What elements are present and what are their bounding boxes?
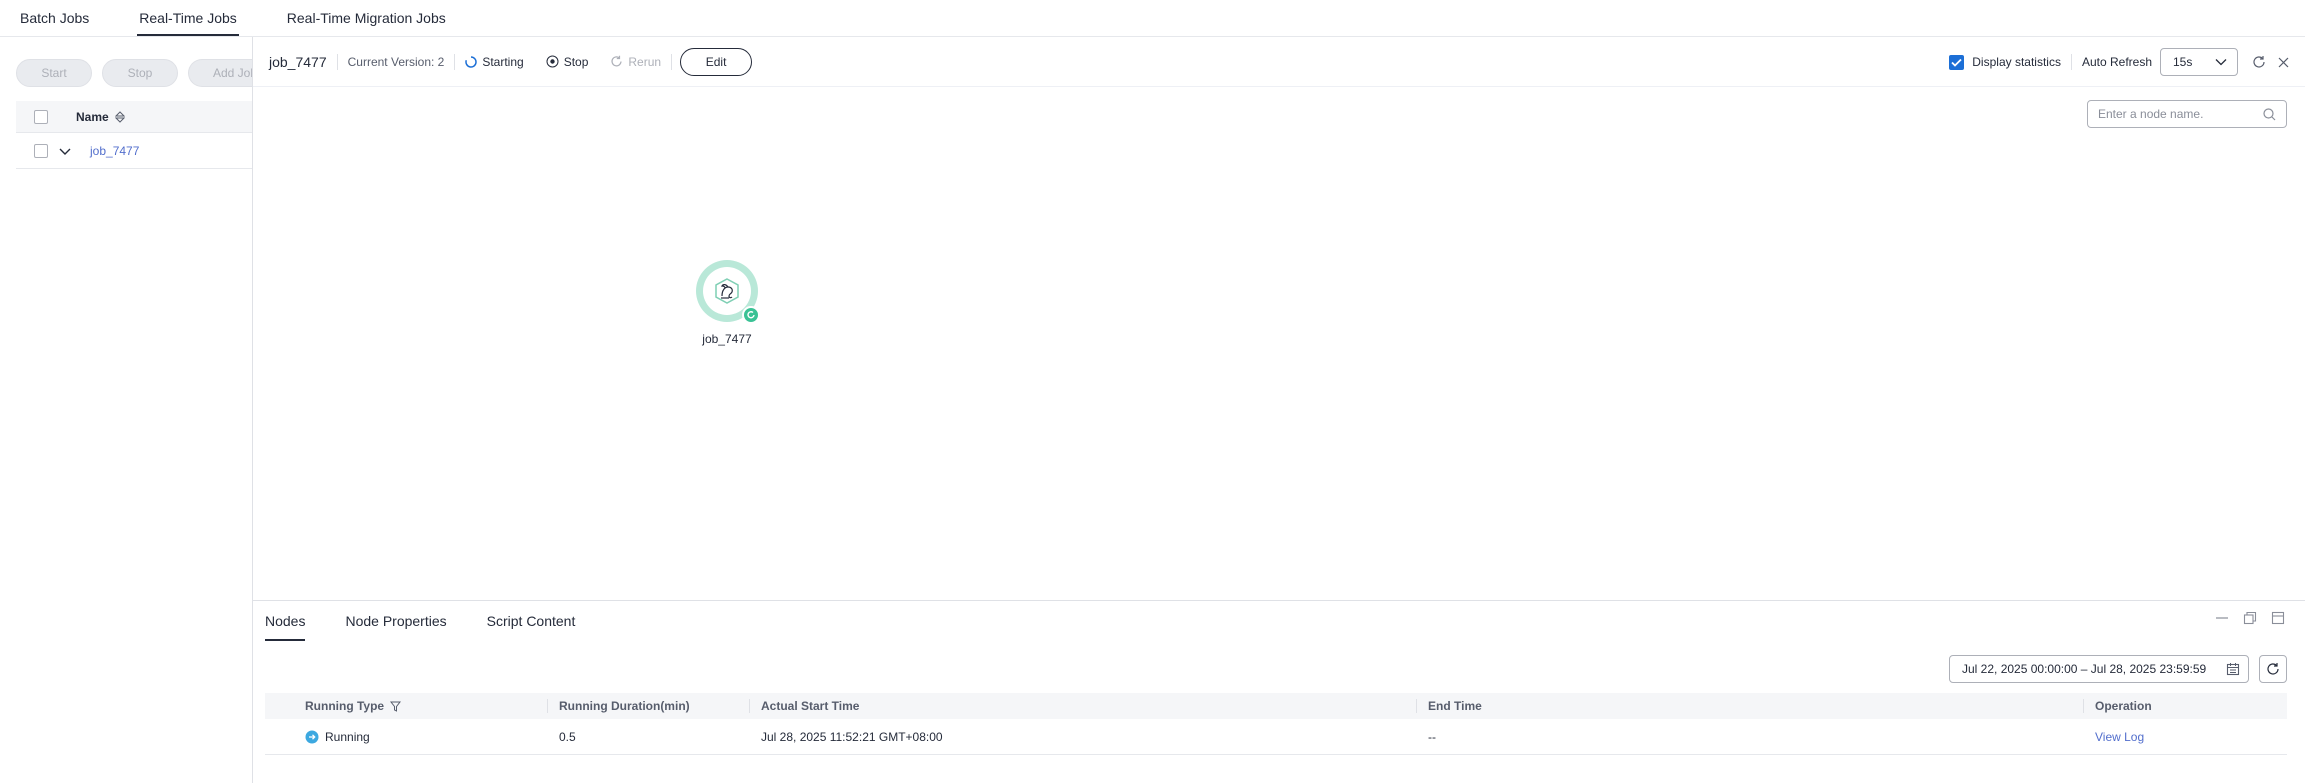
status-text: Starting	[482, 54, 524, 69]
stop-button[interactable]: Stop	[102, 59, 178, 87]
running-status-icon	[742, 306, 760, 324]
sort-icon[interactable]	[114, 110, 125, 123]
col-actual-start-time: Actual Start Time	[749, 693, 1416, 719]
auto-refresh-label: Auto Refresh	[2081, 55, 2152, 69]
col-running-type-label: Running Type	[305, 699, 385, 713]
date-range-picker[interactable]: Jul 22, 2025 00:00:00 – Jul 28, 2025 23:…	[1949, 655, 2249, 683]
date-range-value: Jul 22, 2025 00:00:00 – Jul 28, 2025 23:…	[1962, 662, 2207, 676]
cell-end-time: --	[1428, 729, 1436, 744]
auto-refresh-value: 15s	[2173, 55, 2193, 69]
panel-tools	[2215, 611, 2285, 625]
job-table-header: Name	[16, 101, 252, 133]
minimize-icon[interactable]	[2215, 611, 2229, 625]
close-icon[interactable]	[2278, 57, 2289, 68]
tab-real-time-migration-jobs[interactable]: Real-Time Migration Jobs	[287, 10, 446, 36]
job-canvas[interactable]: job_7477	[253, 88, 2305, 436]
restore-icon[interactable]	[2243, 611, 2257, 625]
running-type-value: Running	[325, 729, 370, 744]
view-log-link[interactable]: View Log	[2095, 730, 2144, 744]
refresh-icon	[2266, 662, 2280, 676]
status-indicator: Starting	[465, 54, 524, 69]
refresh-runs-button[interactable]	[2259, 655, 2287, 683]
divider	[671, 53, 673, 70]
display-statistics-label: Display statistics	[1972, 55, 2061, 69]
refresh-icon[interactable]	[2252, 55, 2266, 69]
job-type-tabs: Batch Jobs Real-Time Jobs Real-Time Migr…	[0, 0, 476, 36]
rerun-label: Rerun	[628, 54, 662, 69]
job-list-pane: Start Stop Add Job Name job_7477	[0, 37, 258, 783]
running-status-icon	[305, 730, 319, 744]
maximize-icon[interactable]	[2271, 611, 2285, 625]
stop-label: Stop	[563, 54, 589, 69]
auto-refresh-select[interactable]: 15s	[2160, 48, 2238, 76]
node-runs-panel: Nodes Node Properties Script Content Jul…	[253, 600, 2305, 783]
calendar-icon	[2226, 662, 2240, 676]
job-detail-header: job_7477 Current Version: 2 Starting Sto…	[253, 37, 2305, 87]
divider	[454, 53, 456, 70]
rerun-action[interactable]: Rerun	[610, 55, 661, 69]
col-running-duration: Running Duration(min)	[547, 693, 749, 719]
tab-nodes[interactable]: Nodes	[265, 601, 306, 641]
start-button[interactable]: Start	[16, 59, 92, 87]
cell-duration: 0.5	[559, 729, 576, 744]
chevron-down-icon[interactable]	[58, 144, 72, 158]
row-checkbox[interactable]	[34, 143, 48, 158]
tab-script-content[interactable]: Script Content	[487, 601, 576, 641]
runs-table: Running Type Running Duration(min) Actua…	[265, 693, 2287, 755]
divider	[2070, 54, 2072, 70]
current-version: Current Version: 2	[347, 54, 445, 69]
node-label: job_7477	[702, 332, 752, 346]
tab-real-time-jobs[interactable]: Real-Time Jobs	[137, 10, 239, 36]
runs-table-header: Running Type Running Duration(min) Actua…	[265, 693, 2287, 719]
select-all-checkbox[interactable]	[34, 109, 48, 124]
table-row[interactable]: job_7477	[16, 133, 252, 169]
job-title: job_7477	[269, 53, 327, 70]
cell-start-time: Jul 28, 2025 11:52:21 GMT+08:00	[761, 729, 943, 744]
display-statistics-checkbox[interactable]	[1949, 54, 1965, 70]
flink-squirrel-icon	[712, 276, 742, 306]
filter-icon[interactable]	[390, 701, 402, 712]
tab-node-properties[interactable]: Node Properties	[345, 601, 446, 641]
edit-button[interactable]: Edit	[680, 47, 753, 76]
tab-batch-jobs[interactable]: Batch Jobs	[20, 10, 89, 36]
cell-running-type: Running	[265, 719, 547, 754]
job-list-toolbar: Start Stop Add Job	[16, 59, 258, 87]
name-column-header[interactable]: Name	[76, 110, 109, 124]
stop-action[interactable]: Stop	[546, 54, 589, 69]
divider	[336, 53, 338, 70]
rerun-icon	[610, 55, 623, 68]
job-name-link[interactable]: job_7477	[90, 144, 139, 158]
header-right-controls: Display statistics Auto Refresh 15s	[1949, 37, 2289, 87]
job-node[interactable]	[696, 260, 760, 324]
loading-spinner-icon	[465, 55, 478, 68]
stop-circle-icon	[546, 55, 559, 68]
col-end-time: End Time	[1416, 693, 2083, 719]
job-detail-panel: job_7477 Current Version: 2 Starting Sto…	[252, 37, 2305, 783]
table-row: Running 0.5 Jul 28, 2025 11:52:21 GMT+08…	[265, 719, 2287, 755]
cell-operation: View Log	[2083, 719, 2287, 754]
add-job-button[interactable]: Add Job	[188, 59, 258, 87]
chevron-down-icon	[2215, 58, 2227, 66]
bottom-tabs: Nodes Node Properties Script Content	[265, 601, 615, 641]
col-operation: Operation	[2083, 693, 2287, 719]
col-running-type: Running Type	[265, 693, 547, 719]
